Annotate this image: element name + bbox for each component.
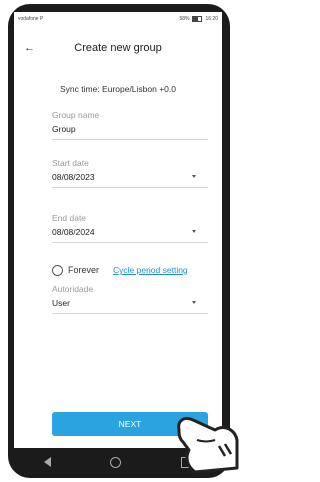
carrier-label: vodafone P <box>18 15 44 22</box>
field-underline <box>52 313 208 314</box>
sync-time-text: Sync time: Europe/Lisbon +0.0 <box>60 84 176 94</box>
group-name-field[interactable]: Group name Group <box>52 110 208 140</box>
top-bar: Create new group ← <box>14 42 222 62</box>
field-underline <box>52 242 208 243</box>
dropdown-arrow-icon[interactable] <box>192 301 196 304</box>
forever-label[interactable]: Forever <box>68 265 99 275</box>
field-underline <box>52 139 208 140</box>
cycle-period-setting-link[interactable]: Cycle period setting <box>113 265 188 275</box>
pointing-hand-icon <box>177 416 239 474</box>
forever-radio[interactable] <box>52 264 63 276</box>
end-date-field[interactable]: End date 08/08/2024 <box>52 213 208 243</box>
status-bar: vodafone P 58% 16:20 <box>14 12 222 25</box>
autoridade-value[interactable]: User <box>52 298 208 308</box>
end-date-value[interactable]: 08/08/2024 <box>52 227 208 237</box>
autoridade-field[interactable]: Autoridade User <box>52 284 208 314</box>
page-title: Create new group <box>74 42 162 54</box>
nav-home-icon[interactable] <box>110 456 122 468</box>
field-underline <box>52 187 208 188</box>
dropdown-arrow-icon[interactable] <box>192 175 196 178</box>
group-name-input[interactable]: Group <box>52 124 208 134</box>
autoridade-label: Autoridade <box>52 284 94 294</box>
dropdown-arrow-icon[interactable] <box>192 230 196 233</box>
clock: 16:20 <box>205 15 218 22</box>
battery-percent: 58% <box>179 15 190 22</box>
start-date-field[interactable]: Start date 08/08/2023 <box>52 158 208 188</box>
battery-icon <box>192 15 203 22</box>
group-name-label: Group name <box>52 110 100 120</box>
end-date-label: End date <box>52 213 87 223</box>
status-right: 58% 16:20 <box>179 15 218 22</box>
nav-back-icon[interactable] <box>43 457 51 467</box>
start-date-label: Start date <box>52 158 89 168</box>
app-screen: vodafone P 58% 16:20 Create new group ← … <box>14 12 222 448</box>
start-date-value[interactable]: 08/08/2023 <box>52 172 208 182</box>
forever-row: Forever Cycle period setting <box>52 262 222 278</box>
back-arrow-icon[interactable]: ← <box>24 42 35 54</box>
